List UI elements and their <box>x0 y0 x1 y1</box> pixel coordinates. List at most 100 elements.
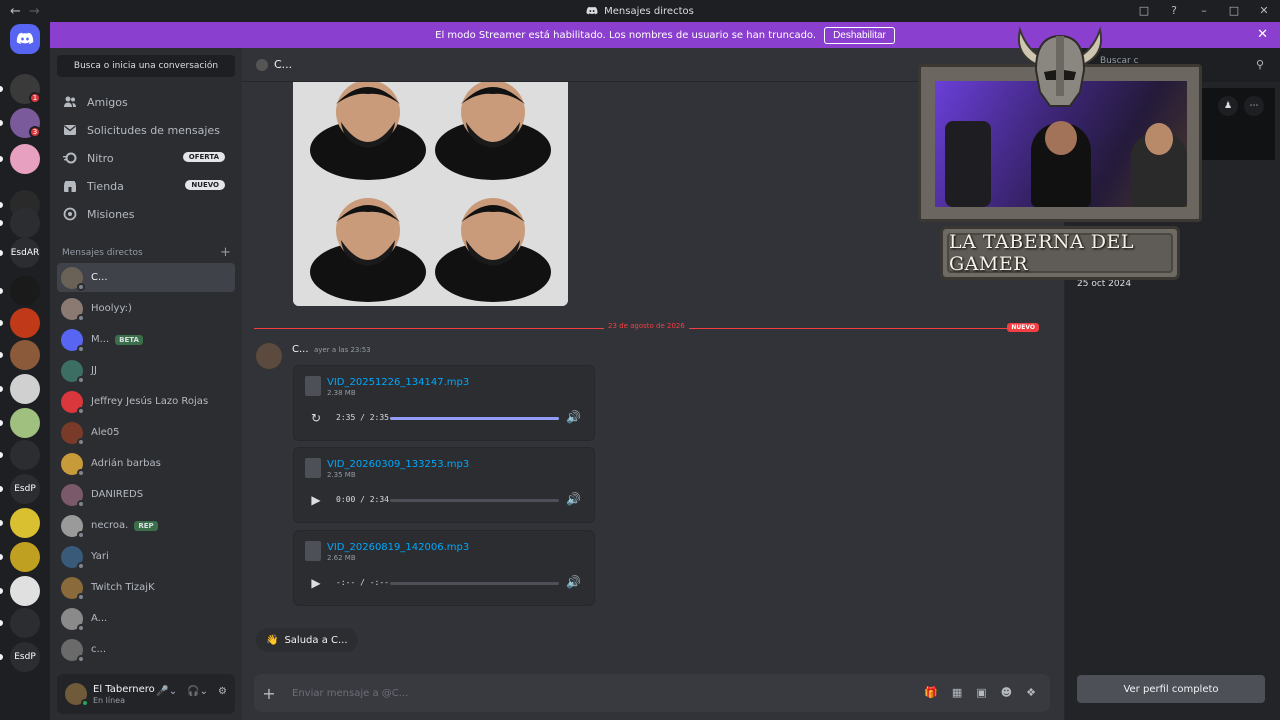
dm-item[interactable]: DANIREDS <box>57 480 235 509</box>
play-icon[interactable]: ▶ <box>308 492 324 508</box>
gif-icon[interactable]: ▦ <box>952 686 962 699</box>
dm-avatar <box>61 328 85 353</box>
nav-friends[interactable]: Amigos <box>57 89 235 115</box>
server-icon[interactable] <box>10 308 40 338</box>
close-window-icon[interactable]: ✕ <box>1256 2 1272 18</box>
search-icon[interactable]: ⚲ <box>1256 58 1264 71</box>
view-full-profile-button[interactable]: Ver perfil completo <box>1077 675 1265 703</box>
server-icon[interactable] <box>10 408 40 438</box>
server-icon[interactable]: EsdP <box>10 642 40 672</box>
status-indicator-icon <box>77 468 85 477</box>
dm-section-heading: Mensajes directos <box>62 248 143 258</box>
dm-item[interactable]: Twitch TizajK <box>57 573 235 602</box>
inbox-icon[interactable]: □ <box>1136 2 1152 18</box>
server-icon[interactable] <box>10 608 40 638</box>
volume-icon[interactable]: 🔊 <box>566 492 581 506</box>
dm-item[interactable]: Hoolyy:) <box>57 294 235 323</box>
nav-shop[interactable]: Tienda NUEVO <box>57 173 235 199</box>
message-input[interactable]: Enviar mensaje a @C... <box>292 688 408 699</box>
emoji-icon[interactable]: ☻ <box>1001 686 1012 699</box>
server-icon[interactable] <box>10 542 40 572</box>
more-options-icon[interactable]: ⋯ <box>1244 96 1264 116</box>
gift-icon[interactable]: 🎁 <box>924 686 938 699</box>
dm-item[interactable]: Yari <box>57 542 235 571</box>
microphone-icon[interactable]: 🎤⌄ <box>156 686 177 697</box>
apps-icon[interactable]: ❖ <box>1026 686 1036 699</box>
dm-item[interactable]: M... BETA <box>57 325 235 354</box>
server-icon[interactable] <box>10 440 40 470</box>
quests-icon <box>63 207 77 221</box>
server-icon[interactable] <box>10 276 40 306</box>
forward-arrow-icon[interactable]: → <box>29 4 40 19</box>
nav-label: Nitro <box>87 151 114 165</box>
volume-icon[interactable]: 🔊 <box>566 575 581 589</box>
create-dm-icon[interactable]: + <box>220 245 231 260</box>
stream-webcam-overlay: LA TABERNA DEL GAMER <box>918 26 1202 292</box>
nav-nitro[interactable]: Nitro OFERTA <box>57 145 235 171</box>
dm-item[interactable]: C... <box>57 263 235 292</box>
message-author-avatar[interactable] <box>256 343 282 369</box>
server-icon[interactable] <box>10 374 40 404</box>
volume-icon[interactable]: 🔊 <box>566 410 581 424</box>
message-author[interactable]: C... <box>292 344 309 355</box>
message-timestamp: ayer a las 23:53 <box>314 346 371 354</box>
play-icon[interactable]: ▶ <box>308 575 324 591</box>
dm-item[interactable]: JJ <box>57 356 235 385</box>
wave-prompt-button[interactable]: 👋 Saluda a C... <box>256 628 358 652</box>
dm-item[interactable]: Adrián barbas <box>57 449 235 478</box>
audio-time: 0:00 / 2:34 <box>336 495 389 504</box>
audio-progress-bar[interactable] <box>390 499 559 502</box>
shared-image[interactable] <box>293 82 568 306</box>
audio-file-link[interactable]: VID_20260309_133253.mp3 <box>327 459 469 470</box>
audio-progress-bar[interactable] <box>390 582 559 585</box>
new-messages-badge: NUEVO <box>1007 323 1039 332</box>
audio-player: VID_20251226_134147.mp3 2.38 MB ↻ 2:35 / 2:… <box>293 365 595 441</box>
close-banner-icon[interactable]: ✕ <box>1257 27 1268 42</box>
dm-item[interactable]: c... <box>57 635 235 664</box>
nav-quests[interactable]: Misiones <box>57 201 235 227</box>
audio-progress-bar[interactable] <box>390 417 559 420</box>
wave-hand-icon: 👋 <box>266 634 279 646</box>
add-attachment-icon[interactable]: + <box>254 684 284 703</box>
sticker-icon[interactable]: ▣ <box>976 686 986 699</box>
help-icon[interactable]: ? <box>1166 2 1182 18</box>
unread-indicator <box>0 520 3 526</box>
mention-badge: 3 <box>29 126 41 138</box>
dm-avatar <box>61 514 85 539</box>
dm-item[interactable]: Ale05 <box>57 418 235 447</box>
server-icon[interactable] <box>10 576 40 606</box>
home-button[interactable] <box>10 24 40 54</box>
dm-item[interactable]: Jeffrey Jesús Lazo Rojas <box>57 387 235 416</box>
server-icon[interactable]: EsdAR <box>10 238 40 268</box>
server-icon[interactable] <box>10 144 40 174</box>
maximize-icon[interactable]: □ <box>1226 2 1242 18</box>
dm-item[interactable]: necroa. REP <box>57 511 235 540</box>
server-icon[interactable] <box>10 340 40 370</box>
dm-avatar <box>61 607 85 632</box>
disable-streamer-button[interactable]: Deshabilitar <box>824 26 895 44</box>
minimize-icon[interactable]: – <box>1196 2 1212 18</box>
conversation-search-button[interactable]: Busca o inicia una conversación <box>57 55 235 77</box>
user-avatar[interactable] <box>65 683 89 707</box>
dm-item[interactable]: A... <box>57 604 235 633</box>
audio-file-link[interactable]: VID_20251226_134147.mp3 <box>327 377 469 388</box>
server-icon[interactable]: EsdP <box>10 474 40 504</box>
dm-avatar <box>61 297 85 322</box>
server-icon[interactable] <box>10 208 40 238</box>
sticker-grid-image <box>293 82 568 306</box>
recipient-name[interactable]: C... <box>274 58 292 71</box>
unread-indicator <box>0 352 3 358</box>
discord-logo-icon <box>16 32 34 45</box>
profile-actions: ♟ ⋯ <box>1218 96 1264 116</box>
server-icon[interactable] <box>10 508 40 538</box>
status-indicator-icon <box>77 530 85 539</box>
settings-gear-icon[interactable]: ⚙ <box>218 686 227 697</box>
replay-icon[interactable]: ↻ <box>308 410 324 426</box>
nav-message-requests[interactable]: Solicitudes de mensajes <box>57 117 235 143</box>
dm-name: Yari <box>91 551 109 562</box>
back-arrow-icon[interactable]: ← <box>10 4 21 19</box>
add-friend-icon[interactable]: ♟ <box>1218 96 1238 116</box>
headphones-icon[interactable]: 🎧⌄ <box>187 686 208 697</box>
audio-file-link[interactable]: VID_20260819_142006.mp3 <box>327 542 469 553</box>
unread-indicator <box>0 120 3 126</box>
